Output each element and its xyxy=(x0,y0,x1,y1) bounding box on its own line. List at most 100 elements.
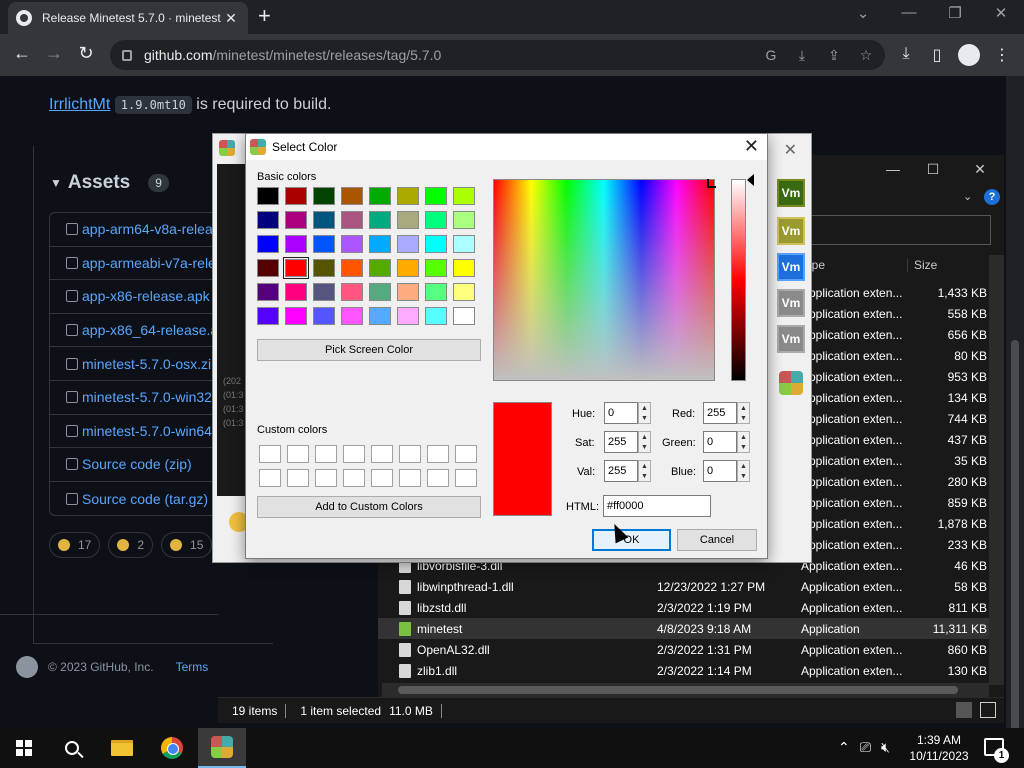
basic-color-swatch[interactable] xyxy=(397,235,419,253)
basic-color-swatch[interactable] xyxy=(257,235,279,253)
basic-color-swatch[interactable] xyxy=(453,211,475,229)
explorer-horizontal-scrollbar[interactable] xyxy=(382,683,989,697)
restore-icon[interactable]: ❐ xyxy=(932,4,978,22)
explorer-search-box[interactable] xyxy=(788,215,991,245)
basic-color-swatch[interactable] xyxy=(369,259,391,277)
sat-spinner[interactable]: ▲ ▼ xyxy=(638,431,651,453)
basic-color-swatch[interactable] xyxy=(285,187,307,205)
basic-color-swatch[interactable] xyxy=(453,283,475,301)
search-button[interactable] xyxy=(48,728,96,768)
dialog-close-icon[interactable]: ✕ xyxy=(744,136,759,157)
vm-icon[interactable]: Vm xyxy=(777,179,805,207)
custom-color-swatch[interactable] xyxy=(399,445,421,463)
vm-icon[interactable]: Vm xyxy=(777,325,805,353)
basic-color-swatch[interactable] xyxy=(369,211,391,229)
basic-color-swatch[interactable] xyxy=(257,259,279,277)
basic-color-swatch[interactable] xyxy=(257,307,279,325)
html-input[interactable]: #ff0000 xyxy=(603,495,711,517)
basic-color-swatch[interactable] xyxy=(285,235,307,253)
basic-color-swatch[interactable] xyxy=(341,211,363,229)
file-row[interactable]: minetest 4/8/2023 9:18 AM Application 11,31… xyxy=(378,618,989,639)
pick-screen-color-button[interactable]: Pick Screen Color xyxy=(257,339,481,361)
custom-color-swatch[interactable] xyxy=(371,445,393,463)
sat-input[interactable]: 255 xyxy=(604,431,638,453)
explorer-minimize-icon[interactable]: — xyxy=(873,161,913,177)
val-spinner[interactable]: ▲ ▼ xyxy=(638,460,651,482)
basic-color-swatch[interactable] xyxy=(453,187,475,205)
asset-link[interactable]: app-armeabi-v7a-release.apk xyxy=(50,247,228,281)
custom-color-swatch[interactable] xyxy=(427,445,449,463)
basic-color-swatch[interactable] xyxy=(285,307,307,325)
basic-color-swatch[interactable] xyxy=(397,307,419,325)
laugh-reaction[interactable]: 2 xyxy=(108,532,154,558)
spectrum-crosshair[interactable] xyxy=(707,179,716,188)
hooray-reaction[interactable]: 15 xyxy=(161,532,213,558)
taskbar-clock[interactable]: 1:39 AM 10/11/2023 xyxy=(906,732,972,764)
basic-color-swatch[interactable] xyxy=(257,211,279,229)
basic-color-swatch[interactable] xyxy=(397,211,419,229)
volume-muted-icon[interactable]: 🔇︎ xyxy=(881,739,890,756)
side-panel-icon[interactable]: ▯ xyxy=(926,45,948,65)
basic-color-swatch[interactable] xyxy=(257,283,279,301)
explorer-maximize-icon[interactable]: ☐ xyxy=(913,161,953,178)
custom-color-swatch[interactable] xyxy=(287,445,309,463)
basic-color-swatch[interactable] xyxy=(283,257,309,279)
tab-search-icon[interactable]: ⌄ xyxy=(840,4,886,22)
asset-link[interactable]: minetest-5.7.0-win64.zip xyxy=(50,415,228,449)
basic-color-swatch[interactable] xyxy=(313,259,335,277)
basic-color-swatch[interactable] xyxy=(425,211,447,229)
add-to-custom-colors-button[interactable]: Add to Custom Colors xyxy=(257,496,481,518)
file-explorer-taskbar-button[interactable] xyxy=(98,728,146,768)
hue-input[interactable]: 0 xyxy=(604,402,638,424)
scrollbar-thumb[interactable] xyxy=(398,686,958,694)
forward-icon[interactable]: → xyxy=(42,43,66,64)
basic-color-swatch[interactable] xyxy=(369,235,391,253)
custom-color-swatch[interactable] xyxy=(455,469,477,487)
basic-color-swatch[interactable] xyxy=(453,307,475,325)
asset-link[interactable]: app-x86-release.apk xyxy=(50,280,228,314)
basic-color-swatch[interactable] xyxy=(341,187,363,205)
basic-color-swatch[interactable] xyxy=(425,259,447,277)
blue-spinner[interactable]: ▲ ▼ xyxy=(737,460,750,482)
explorer-vertical-scrollbar[interactable] xyxy=(989,255,1004,685)
vm-icon[interactable]: Vm xyxy=(777,217,805,245)
irrlichtmt-link[interactable]: IrrlichtMt xyxy=(49,96,110,113)
close-tab-icon[interactable]: ✕ xyxy=(222,10,240,27)
network-icon[interactable]: ⎚ xyxy=(860,739,871,756)
basic-color-swatch[interactable] xyxy=(369,283,391,301)
scrollbar-thumb[interactable] xyxy=(1011,340,1019,768)
basic-color-swatch[interactable] xyxy=(425,235,447,253)
basic-color-swatch[interactable] xyxy=(369,307,391,325)
basic-color-swatch[interactable] xyxy=(397,283,419,301)
basic-color-swatch[interactable] xyxy=(341,259,363,277)
file-row[interactable]: OpenAL32.dll 2/3/2022 1:31 PM Application … xyxy=(378,639,989,660)
basic-color-swatch[interactable] xyxy=(313,235,335,253)
green-input[interactable]: 0 xyxy=(703,431,737,453)
basic-color-swatch[interactable] xyxy=(313,283,335,301)
file-row[interactable]: libwinpthread-1.dll 12/23/2022 1:27 PM App… xyxy=(378,576,989,597)
custom-color-swatch[interactable] xyxy=(399,469,421,487)
start-button[interactable] xyxy=(0,728,48,768)
terms-link[interactable]: Terms xyxy=(176,660,209,674)
custom-color-swatch[interactable] xyxy=(343,445,365,463)
asset-link[interactable]: app-arm64-v8a-release.apk xyxy=(50,213,228,247)
custom-color-swatch[interactable] xyxy=(455,445,477,463)
details-view-icon[interactable] xyxy=(956,702,972,718)
custom-color-swatch[interactable] xyxy=(315,445,337,463)
vm-icon[interactable]: Vm xyxy=(777,253,805,281)
file-row[interactable]: zlib1.dll 2/3/2022 1:14 PM Application ext… xyxy=(378,660,989,681)
browser-tab[interactable]: Release Minetest 5.7.0 · minetest ✕ xyxy=(8,2,248,34)
basic-color-swatch[interactable] xyxy=(397,259,419,277)
custom-color-swatch[interactable] xyxy=(371,469,393,487)
asset-link[interactable]: app-x86_64-release.apk xyxy=(50,314,228,348)
thumbs-up-reaction[interactable]: 17 xyxy=(49,532,101,558)
basic-color-swatch[interactable] xyxy=(341,235,363,253)
basic-color-swatch[interactable] xyxy=(313,307,335,325)
minetest-taskbar-button[interactable] xyxy=(198,728,246,768)
red-spinner[interactable]: ▲ ▼ xyxy=(737,402,750,424)
basic-color-swatch[interactable] xyxy=(341,307,363,325)
custom-color-swatch[interactable] xyxy=(259,445,281,463)
share-icon[interactable]: ⇪ xyxy=(825,47,843,65)
assets-toggle[interactable]: ▼ Assets 9 xyxy=(50,172,169,194)
asset-link[interactable]: Source code (zip) xyxy=(50,448,228,482)
